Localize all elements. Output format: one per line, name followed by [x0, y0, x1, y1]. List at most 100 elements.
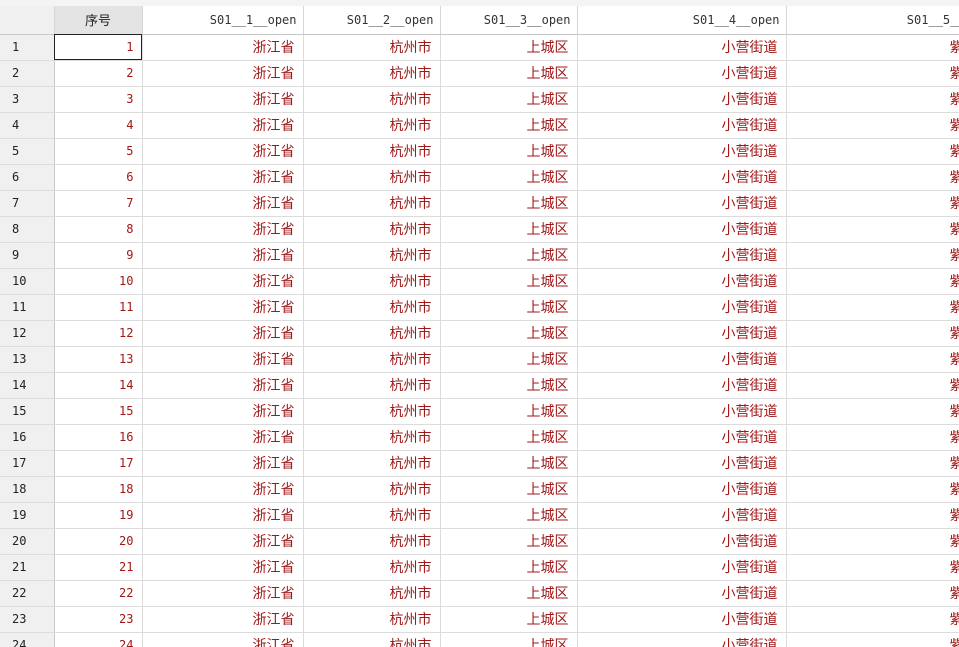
cell-seq[interactable]: 19: [54, 502, 143, 529]
cell-s01-3[interactable]: 上城区: [440, 606, 578, 633]
cell-s01-3[interactable]: 上城区: [440, 86, 578, 113]
cell-seq[interactable]: 3: [54, 86, 143, 113]
row-number[interactable]: 8: [0, 216, 55, 243]
cell-s01-2[interactable]: 杭州市: [303, 86, 441, 113]
cell-s01-3[interactable]: 上城区: [440, 190, 578, 217]
cell-seq[interactable]: 12: [54, 320, 143, 347]
cell-s01-5[interactable]: 紫: [786, 580, 959, 607]
cell-seq[interactable]: 15: [54, 398, 143, 425]
cell-s01-5[interactable]: 紫: [786, 346, 959, 373]
cell-s01-4[interactable]: 小营街道: [577, 190, 787, 217]
row-number[interactable]: 21: [0, 554, 55, 581]
cell-s01-3[interactable]: 上城区: [440, 34, 578, 61]
cell-s01-4[interactable]: 小营街道: [577, 86, 787, 113]
cell-s01-2[interactable]: 杭州市: [303, 450, 441, 477]
row-number[interactable]: 20: [0, 528, 55, 555]
cell-seq[interactable]: 13: [54, 346, 143, 373]
cell-s01-2[interactable]: 杭州市: [303, 372, 441, 399]
row-number[interactable]: 3: [0, 86, 55, 113]
cell-s01-1[interactable]: 浙江省: [142, 190, 304, 217]
cell-s01-4[interactable]: 小营街道: [577, 476, 787, 503]
row-number[interactable]: 19: [0, 502, 55, 529]
cell-s01-3[interactable]: 上城区: [440, 528, 578, 555]
row-number[interactable]: 23: [0, 606, 55, 633]
cell-seq[interactable]: 11: [54, 294, 143, 321]
row-number[interactable]: 18: [0, 476, 55, 503]
column-header-s01-1[interactable]: S01__1__open: [142, 6, 304, 35]
cell-s01-2[interactable]: 杭州市: [303, 164, 441, 191]
cell-seq[interactable]: 22: [54, 580, 143, 607]
row-number[interactable]: 2: [0, 60, 55, 87]
cell-s01-1[interactable]: 浙江省: [142, 372, 304, 399]
cell-s01-3[interactable]: 上城区: [440, 268, 578, 295]
cell-s01-5[interactable]: 紫: [786, 476, 959, 503]
cell-s01-4[interactable]: 小营街道: [577, 424, 787, 451]
cell-s01-1[interactable]: 浙江省: [142, 606, 304, 633]
cell-s01-4[interactable]: 小营街道: [577, 164, 787, 191]
cell-seq[interactable]: 17: [54, 450, 143, 477]
cell-s01-5[interactable]: 紫: [786, 320, 959, 347]
cell-s01-2[interactable]: 杭州市: [303, 632, 441, 647]
cell-s01-5[interactable]: 紫: [786, 606, 959, 633]
cell-s01-1[interactable]: 浙江省: [142, 580, 304, 607]
cell-s01-5[interactable]: 紫: [786, 294, 959, 321]
cell-seq[interactable]: 24: [54, 632, 143, 647]
row-number[interactable]: 17: [0, 450, 55, 477]
row-number[interactable]: 16: [0, 424, 55, 451]
cell-s01-1[interactable]: 浙江省: [142, 398, 304, 425]
cell-s01-4[interactable]: 小营街道: [577, 320, 787, 347]
row-number[interactable]: 7: [0, 190, 55, 217]
cell-s01-1[interactable]: 浙江省: [142, 86, 304, 113]
column-header-seq[interactable]: 序号: [54, 6, 143, 35]
column-header-s01-5[interactable]: S01__5__open: [786, 6, 959, 35]
cell-s01-1[interactable]: 浙江省: [142, 268, 304, 295]
corner-cell[interactable]: [0, 6, 55, 35]
cell-s01-3[interactable]: 上城区: [440, 138, 578, 165]
cell-s01-3[interactable]: 上城区: [440, 346, 578, 373]
cell-s01-2[interactable]: 杭州市: [303, 502, 441, 529]
column-header-s01-2[interactable]: S01__2__open: [303, 6, 441, 35]
cell-seq[interactable]: 10: [54, 268, 143, 295]
cell-s01-4[interactable]: 小营街道: [577, 294, 787, 321]
cell-s01-3[interactable]: 上城区: [440, 216, 578, 243]
cell-seq[interactable]: 2: [54, 60, 143, 87]
cell-s01-1[interactable]: 浙江省: [142, 112, 304, 139]
cell-s01-3[interactable]: 上城区: [440, 502, 578, 529]
cell-s01-4[interactable]: 小营街道: [577, 60, 787, 87]
row-number[interactable]: 6: [0, 164, 55, 191]
row-number[interactable]: 4: [0, 112, 55, 139]
cell-s01-4[interactable]: 小营街道: [577, 372, 787, 399]
cell-s01-5[interactable]: 紫: [786, 268, 959, 295]
row-number[interactable]: 14: [0, 372, 55, 399]
cell-s01-4[interactable]: 小营街道: [577, 554, 787, 581]
row-number[interactable]: 13: [0, 346, 55, 373]
cell-s01-2[interactable]: 杭州市: [303, 320, 441, 347]
cell-s01-5[interactable]: 紫: [786, 450, 959, 477]
cell-s01-3[interactable]: 上城区: [440, 476, 578, 503]
column-header-s01-3[interactable]: S01__3__open: [440, 6, 578, 35]
row-number[interactable]: 22: [0, 580, 55, 607]
cell-seq[interactable]: 5: [54, 138, 143, 165]
cell-s01-1[interactable]: 浙江省: [142, 242, 304, 269]
cell-s01-4[interactable]: 小营街道: [577, 632, 787, 647]
cell-s01-1[interactable]: 浙江省: [142, 476, 304, 503]
cell-s01-4[interactable]: 小营街道: [577, 580, 787, 607]
cell-s01-5[interactable]: 紫: [786, 190, 959, 217]
cell-s01-4[interactable]: 小营街道: [577, 528, 787, 555]
cell-seq[interactable]: 6: [54, 164, 143, 191]
cell-s01-1[interactable]: 浙江省: [142, 34, 304, 61]
cell-s01-2[interactable]: 杭州市: [303, 554, 441, 581]
cell-s01-1[interactable]: 浙江省: [142, 138, 304, 165]
cell-s01-4[interactable]: 小营街道: [577, 398, 787, 425]
row-number[interactable]: 9: [0, 242, 55, 269]
cell-s01-5[interactable]: 紫: [786, 632, 959, 647]
cell-s01-2[interactable]: 杭州市: [303, 216, 441, 243]
cell-s01-5[interactable]: 紫: [786, 554, 959, 581]
cell-s01-4[interactable]: 小营街道: [577, 346, 787, 373]
cell-s01-5[interactable]: 紫: [786, 242, 959, 269]
cell-s01-3[interactable]: 上城区: [440, 164, 578, 191]
cell-s01-3[interactable]: 上城区: [440, 372, 578, 399]
cell-s01-4[interactable]: 小营街道: [577, 216, 787, 243]
row-number[interactable]: 15: [0, 398, 55, 425]
cell-s01-3[interactable]: 上城区: [440, 580, 578, 607]
